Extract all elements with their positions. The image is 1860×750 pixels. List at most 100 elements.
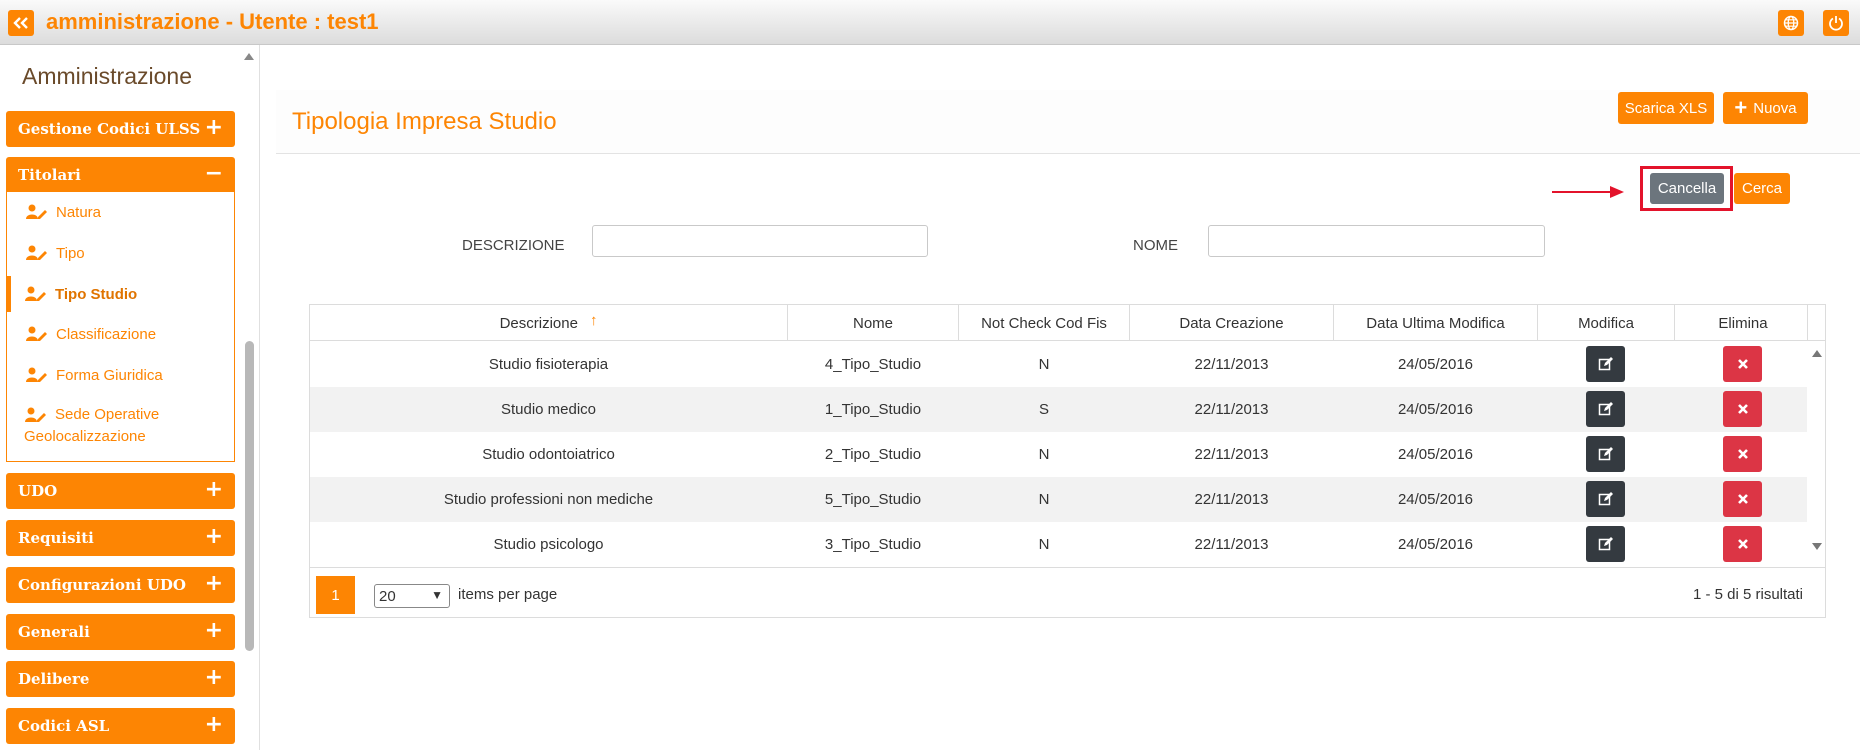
results-summary: 1 - 5 di 5 risultati bbox=[1692, 586, 1803, 603]
cell-not-check: N bbox=[1038, 356, 1050, 373]
table-row[interactable]: Studio fisioterapia 4_Tipo_Studio N 22/11/2… bbox=[310, 342, 1807, 387]
edit-row-button[interactable] bbox=[1586, 526, 1625, 562]
user-edit-icon bbox=[26, 245, 47, 260]
sidebar-section-titolari[interactable]: Titolari − bbox=[6, 157, 235, 193]
cell-modifica: 24/05/2016 bbox=[1397, 401, 1474, 418]
cell-creazione: 22/11/2013 bbox=[1194, 356, 1269, 373]
cell-creazione: 22/11/2013 bbox=[1194, 446, 1269, 463]
cell-nome: 2_Tipo_Studio bbox=[824, 446, 922, 463]
cell-modifica: 24/05/2016 bbox=[1397, 446, 1474, 463]
column-header-data-ultima-modifica[interactable]: Data Ultima Modifica bbox=[1334, 305, 1537, 341]
sidebar-section-requisiti[interactable]: Requisiti + bbox=[6, 520, 235, 556]
edit-row-button[interactable] bbox=[1586, 436, 1625, 472]
search-button[interactable]: Cerca bbox=[1734, 173, 1790, 204]
edit-row-button[interactable] bbox=[1586, 391, 1625, 427]
table-row[interactable]: Studio odontoiatrico 2_Tipo_Studio N 22/11/… bbox=[310, 432, 1807, 477]
globe-icon bbox=[1783, 15, 1799, 31]
table-header: Descrizione ↑ Nome Not Check Cod Fis Dat… bbox=[310, 305, 1825, 341]
sidebar-scrollbar[interactable] bbox=[245, 341, 254, 651]
sidebar-item-natura[interactable]: Natura bbox=[7, 194, 234, 230]
plus-icon: + bbox=[204, 115, 223, 140]
column-header-nome[interactable]: Nome bbox=[788, 305, 958, 341]
sidebar-section-gestione-codici-ulss[interactable]: Gestione Codici ULSS + bbox=[6, 111, 235, 147]
delete-row-button[interactable] bbox=[1723, 481, 1762, 517]
user-edit-icon bbox=[26, 204, 47, 219]
plus-icon: + bbox=[204, 524, 223, 549]
items-per-page-label: items per page bbox=[458, 586, 558, 603]
language-button[interactable] bbox=[1778, 10, 1804, 36]
table-row[interactable]: Studio professioni non mediche 5_Tipo_Stu… bbox=[310, 477, 1807, 522]
section-label: Titolari bbox=[18, 166, 81, 184]
edit-icon bbox=[1598, 492, 1613, 506]
delete-row-button[interactable] bbox=[1723, 526, 1762, 562]
sidebar-section-delibere[interactable]: Delibere + bbox=[6, 661, 235, 697]
user-edit-icon bbox=[25, 286, 46, 301]
top-bar: amministrazione - Utente : test1 bbox=[0, 0, 1860, 45]
close-icon bbox=[1737, 359, 1748, 369]
annotation-arrow-icon bbox=[1552, 186, 1624, 198]
nome-input[interactable] bbox=[1208, 225, 1545, 257]
column-header-not-check-cod-fis[interactable]: Not Check Cod Fis bbox=[959, 305, 1129, 341]
column-header-descrizione[interactable]: Descrizione ↑ bbox=[310, 305, 787, 341]
sidebar-item-tipo-studio[interactable]: Tipo Studio bbox=[6, 276, 233, 312]
cell-descrizione: Studio odontoiatrico bbox=[482, 446, 615, 463]
cell-not-check: N bbox=[1038, 491, 1050, 508]
plus-icon: + bbox=[204, 618, 223, 643]
edit-icon bbox=[1598, 402, 1613, 416]
nome-label: NOME bbox=[1133, 237, 1178, 254]
table-row[interactable]: Studio medico 1_Tipo_Studio S 22/11/2013 24/… bbox=[310, 387, 1807, 432]
cell-creazione: 22/11/2013 bbox=[1194, 491, 1269, 508]
cell-descrizione: Studio professioni non mediche bbox=[443, 491, 654, 508]
edit-row-button[interactable] bbox=[1586, 481, 1625, 517]
plus-icon: + bbox=[204, 477, 223, 502]
cell-not-check: S bbox=[1038, 401, 1049, 418]
sidebar-item-sede-operative[interactable]: Sede Operative Geolocalizzazione bbox=[7, 395, 234, 451]
cell-creazione: 22/11/2013 bbox=[1194, 401, 1269, 418]
descrizione-input[interactable] bbox=[592, 225, 928, 257]
edit-icon bbox=[1598, 537, 1613, 551]
plus-icon: + bbox=[204, 571, 223, 596]
close-icon bbox=[1737, 449, 1748, 459]
logout-button[interactable] bbox=[1823, 10, 1849, 36]
sidebar-title: Amministrazione bbox=[22, 63, 192, 89]
edit-row-button[interactable] bbox=[1586, 346, 1625, 382]
table-row[interactable]: Studio psicologo 3_Tipo_Studio N 22/11/2013… bbox=[310, 522, 1807, 567]
user-edit-icon bbox=[26, 367, 47, 382]
sidebar-section-configurazioni-udo[interactable]: Configurazioni UDO + bbox=[6, 567, 235, 603]
new-button[interactable]: + Nuova bbox=[1723, 92, 1808, 124]
column-header-elimina: Elimina bbox=[1718, 314, 1768, 332]
page-1-button[interactable]: 1 bbox=[316, 576, 355, 614]
cell-nome: 3_Tipo_Studio bbox=[824, 536, 922, 553]
sidebar-item-classificazione[interactable]: Classificazione bbox=[7, 316, 234, 352]
column-header-data-creazione[interactable]: Data Creazione bbox=[1130, 305, 1333, 341]
results-table: Descrizione ↑ Nome Not Check Cod Fis Dat… bbox=[309, 304, 1826, 618]
download-xls-button[interactable]: Scarica XLS bbox=[1618, 92, 1714, 124]
cell-descrizione: Studio medico bbox=[500, 401, 597, 418]
items-per-page-select[interactable]: 20 ▼ bbox=[374, 584, 450, 608]
table-pager: 1 20 ▼ items per page 1 - 5 di 5 risulta… bbox=[310, 567, 1825, 617]
cell-nome: 1_Tipo_Studio bbox=[824, 401, 922, 418]
table-scroll-up-arrow[interactable] bbox=[1812, 350, 1822, 357]
power-icon bbox=[1829, 16, 1843, 31]
edit-icon bbox=[1598, 357, 1613, 371]
sidebar-section-codici-asl[interactable]: Codici ASL + bbox=[6, 708, 235, 744]
user-edit-icon bbox=[25, 407, 46, 422]
sidebar-scroll-up-arrow[interactable] bbox=[244, 53, 254, 60]
sidebar-item-tipo[interactable]: Tipo bbox=[7, 235, 234, 271]
cell-creazione: 22/11/2013 bbox=[1194, 536, 1269, 553]
cell-not-check: N bbox=[1038, 536, 1050, 553]
clear-button[interactable]: Cancella bbox=[1650, 173, 1724, 204]
delete-row-button[interactable] bbox=[1723, 346, 1762, 382]
collapse-menu-button[interactable] bbox=[8, 10, 34, 36]
table-scroll-down-arrow[interactable] bbox=[1812, 543, 1822, 550]
minus-icon: − bbox=[204, 161, 223, 186]
close-icon bbox=[1737, 494, 1748, 504]
cell-nome: 4_Tipo_Studio bbox=[824, 356, 922, 373]
sidebar-item-forma-giuridica[interactable]: Forma Giuridica bbox=[7, 357, 234, 393]
sidebar-section-udo[interactable]: UDO + bbox=[6, 473, 235, 509]
user-edit-icon bbox=[26, 326, 47, 341]
delete-row-button[interactable] bbox=[1723, 436, 1762, 472]
cell-descrizione: Studio psicologo bbox=[493, 536, 604, 553]
sidebar-section-generali[interactable]: Generali + bbox=[6, 614, 235, 650]
delete-row-button[interactable] bbox=[1723, 391, 1762, 427]
